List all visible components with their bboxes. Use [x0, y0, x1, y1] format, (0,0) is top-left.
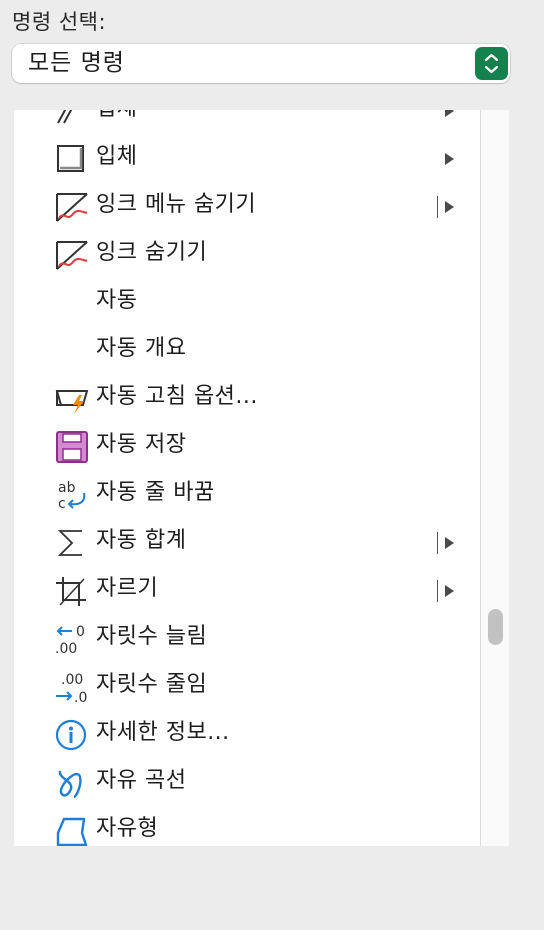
- submenu-arrow-icon[interactable]: [445, 153, 454, 165]
- list-item[interactable]: 자유형: [14, 806, 480, 846]
- autocorrect-lightning-icon: [55, 390, 89, 414]
- list-item-label: 입체: [96, 144, 138, 169]
- list-item[interactable]: 자동 합계: [14, 518, 480, 566]
- command-category-dropdown[interactable]: 모든 명령: [12, 44, 510, 83]
- info-icon: [55, 719, 87, 751]
- list-item-label: 자동 고침 옵션...: [96, 384, 258, 409]
- list-item[interactable]: 자동 개요: [14, 326, 480, 374]
- svg-text:ab: ab: [58, 480, 76, 496]
- list-item-label: 자동 개요: [96, 336, 187, 361]
- command-select-label: 명령 선택:: [12, 10, 107, 34]
- 3d-shape-icon: [57, 110, 73, 124]
- svg-text:c: c: [58, 496, 66, 511]
- ink-hide-icon: [56, 193, 88, 222]
- submenu-divider: [437, 580, 438, 602]
- list-item[interactable]: 잉크 숨기기: [14, 230, 480, 278]
- list-item-label: 자릿수 줄임: [96, 672, 208, 697]
- svg-text:.0: .0: [74, 690, 87, 703]
- scrollbar-track[interactable]: [481, 110, 509, 846]
- decrease-decimal-icon: .00 .0: [56, 672, 87, 703]
- list-item[interactable]: 0 .00 자릿수 늘림: [14, 614, 480, 662]
- dropdown-value: 모든 명령: [28, 50, 125, 76]
- list-item[interactable]: 입체: [14, 110, 480, 134]
- list-item-label: 자동 합계: [96, 528, 187, 553]
- list-item[interactable]: 자르기: [14, 566, 480, 614]
- ink-hide-icon: [56, 241, 88, 270]
- list-item-label: 자세한 정보...: [96, 720, 230, 745]
- list-item[interactable]: 자세한 정보...: [14, 710, 480, 758]
- svg-text:.00: .00: [55, 641, 77, 655]
- list-item[interactable]: 자동 고침 옵션...: [14, 374, 480, 422]
- list-item-label: 자동 저장: [96, 432, 187, 457]
- increase-decimal-icon: 0 .00: [55, 624, 85, 655]
- submenu-divider: [437, 532, 438, 554]
- freeform-shape-icon: [56, 817, 88, 846]
- list-item-label: 자르기: [96, 576, 159, 601]
- save-disk-icon: [56, 431, 88, 463]
- list-item-label: 잉크 숨기기: [96, 240, 208, 265]
- 3d-box-icon: [57, 145, 84, 172]
- sigma-icon: [57, 530, 82, 556]
- scrollbar-thumb[interactable]: [488, 609, 503, 645]
- list-item-label: 자릿수 늘림: [96, 624, 208, 649]
- dropdown-stepper[interactable]: [475, 47, 508, 80]
- submenu-arrow-icon[interactable]: [445, 110, 454, 117]
- list-item[interactable]: 입체: [14, 134, 480, 182]
- svg-text:0: 0: [76, 624, 85, 640]
- crop-icon: [56, 577, 86, 606]
- list-item-label: 잉크 메뉴 숨기기: [96, 192, 257, 217]
- list-item[interactable]: 잉크 메뉴 숨기기: [14, 182, 480, 230]
- submenu-divider: [437, 196, 438, 218]
- svg-text:.00: .00: [61, 672, 83, 688]
- submenu-arrow-icon[interactable]: [445, 585, 454, 597]
- list-item[interactable]: .00 .0 자릿수 줄임: [14, 662, 480, 710]
- list-item-label: 입체: [96, 110, 137, 125]
- list-item-label: 자유형: [96, 816, 159, 841]
- list-item[interactable]: 자동 저장: [14, 422, 480, 470]
- submenu-arrow-icon[interactable]: [445, 537, 454, 549]
- list-item-label: 자동 줄 바꿈: [96, 480, 215, 505]
- list-item[interactable]: 자유 곡선: [14, 758, 480, 806]
- list-item[interactable]: 자동: [14, 278, 480, 326]
- submenu-arrow-icon[interactable]: [445, 201, 454, 213]
- wrap-text-icon: ab c: [58, 480, 86, 511]
- command-list[interactable]: 입체 입체 잉크 메뉴 숨기기: [14, 110, 509, 846]
- chevron-up-down-icon: [484, 53, 499, 74]
- list-item-label: 자유 곡선: [96, 768, 187, 793]
- list-item[interactable]: ab c 자동 줄 바꿈: [14, 470, 480, 518]
- list-item-label: 자동: [96, 288, 138, 313]
- freeform-curve-icon: [58, 770, 82, 799]
